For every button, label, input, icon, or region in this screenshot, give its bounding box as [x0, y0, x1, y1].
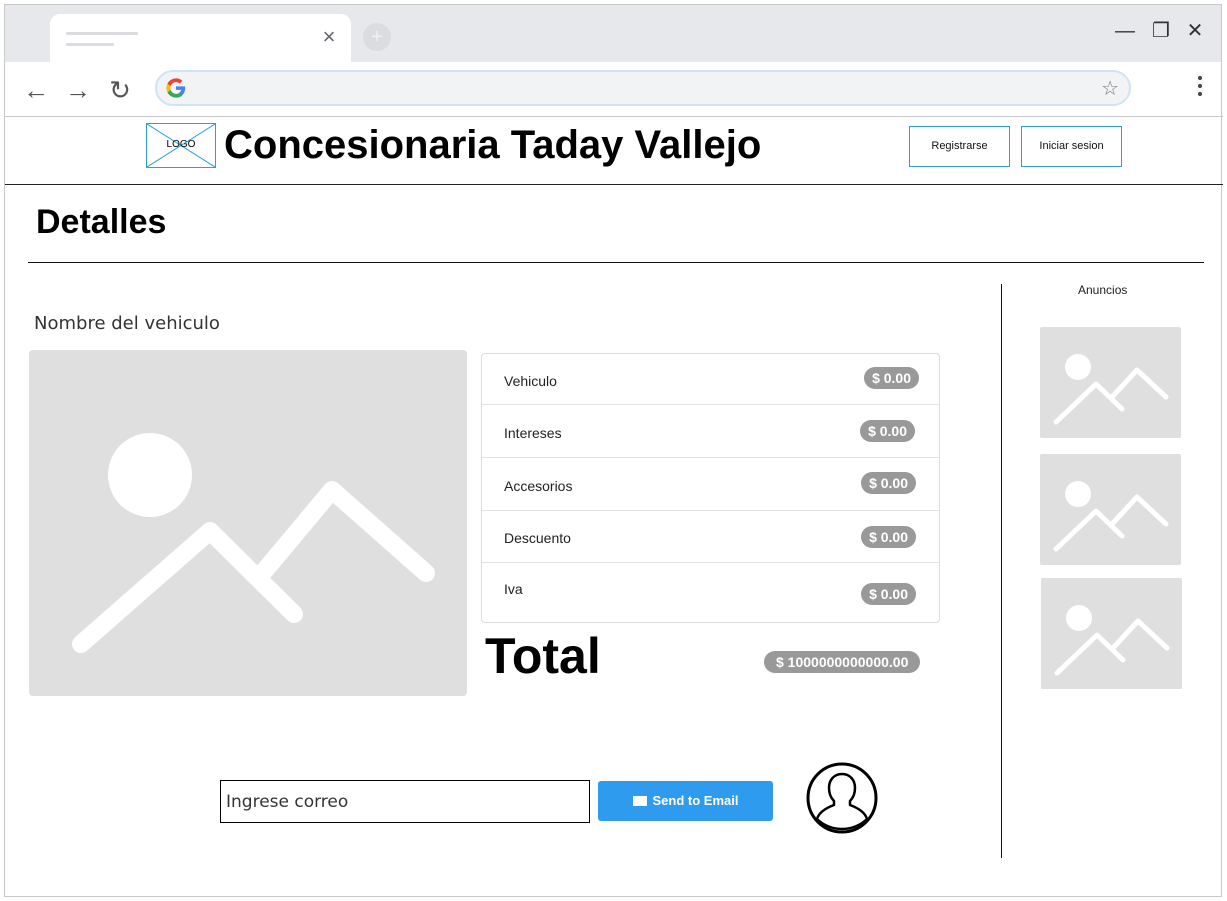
- user-avatar-icon[interactable]: [806, 762, 878, 834]
- total-badge: $ 1000000000000.00: [764, 651, 921, 673]
- menu-kebab-icon[interactable]: [1197, 76, 1203, 102]
- list-item: Vehiculo $ 0.00: [482, 354, 939, 405]
- cost-list: Vehiculo $ 0.00 Intereses $ 0.00 Accesor…: [481, 353, 940, 623]
- cost-label: Intereses: [504, 425, 562, 441]
- register-button[interactable]: Registrarse: [909, 126, 1010, 167]
- image-placeholder-icon: [1053, 354, 1169, 425]
- cost-badge: $ 0.00: [861, 583, 916, 605]
- email-field[interactable]: [220, 780, 590, 823]
- image-placeholder-icon: [72, 433, 435, 653]
- cost-badge: $ 0.00: [861, 472, 916, 494]
- send-email-button[interactable]: Send to Email: [598, 781, 773, 821]
- ad-image[interactable]: [1041, 578, 1182, 689]
- vehicle-image: [29, 350, 467, 696]
- web-page: LOGO Concesionaria Taday Vallejo Registr…: [5, 116, 1223, 897]
- close-window-icon[interactable]: ✕: [1183, 19, 1207, 43]
- site-header: LOGO Concesionaria Taday Vallejo Registr…: [5, 117, 1223, 185]
- forward-icon[interactable]: →: [63, 75, 93, 105]
- list-item: Intereses $ 0.00: [482, 405, 939, 458]
- cost-label: Accesorios: [504, 478, 573, 494]
- list-item: Accesorios $ 0.00: [482, 458, 939, 511]
- ads-title: Anuncios: [1078, 283, 1128, 297]
- ad-image[interactable]: [1040, 327, 1181, 438]
- minimize-icon[interactable]: —: [1113, 19, 1137, 43]
- cost-badge: $ 0.00: [860, 420, 915, 442]
- image-placeholder-icon: [1054, 605, 1170, 676]
- login-button[interactable]: Iniciar sesion: [1021, 126, 1122, 167]
- cost-label: Iva: [504, 581, 523, 597]
- total-label: Total: [485, 628, 601, 684]
- ad-image[interactable]: [1040, 454, 1181, 565]
- browser-window: × + — ❐ ✕ ← → ↻ ☆ LOGO Concesionaria Tad…: [4, 4, 1223, 897]
- divider: [28, 262, 1204, 263]
- new-tab-button[interactable]: +: [363, 23, 391, 51]
- list-item: Iva $ 0.00: [482, 563, 939, 624]
- image-placeholder-icon: [1053, 481, 1169, 552]
- page-title: Detalles: [36, 203, 167, 241]
- close-tab-icon[interactable]: ×: [318, 26, 340, 48]
- tab-title-placeholder: [66, 43, 114, 46]
- browser-toolbar: ← → ↻ ☆: [5, 62, 1221, 116]
- back-icon[interactable]: ←: [21, 75, 51, 105]
- sidebar-divider: [1001, 284, 1002, 858]
- address-bar[interactable]: ☆: [155, 70, 1131, 106]
- list-item: Descuento $ 0.00: [482, 511, 939, 563]
- maximize-icon[interactable]: ❐: [1149, 19, 1173, 43]
- site-title: Concesionaria Taday Vallejo: [224, 123, 762, 167]
- logo-placeholder: LOGO: [146, 123, 216, 168]
- cost-label: Vehiculo: [504, 373, 557, 389]
- envelope-icon: [632, 796, 647, 806]
- cost-badge: $ 0.00: [861, 526, 916, 548]
- send-email-label: Send to Email: [652, 793, 739, 808]
- cost-badge: $ 0.00: [864, 367, 919, 389]
- tab-bar: × + — ❐ ✕: [5, 5, 1221, 63]
- browser-tab[interactable]: ×: [50, 14, 351, 63]
- google-icon: [166, 78, 186, 98]
- cost-label: Descuento: [504, 530, 571, 546]
- logo-text: LOGO: [166, 139, 196, 150]
- tab-title-placeholder: [66, 32, 138, 35]
- reload-icon[interactable]: ↻: [105, 75, 135, 105]
- vehicle-name: Nombre del vehiculo: [34, 313, 220, 334]
- bookmark-star-icon[interactable]: ☆: [1101, 76, 1119, 101]
